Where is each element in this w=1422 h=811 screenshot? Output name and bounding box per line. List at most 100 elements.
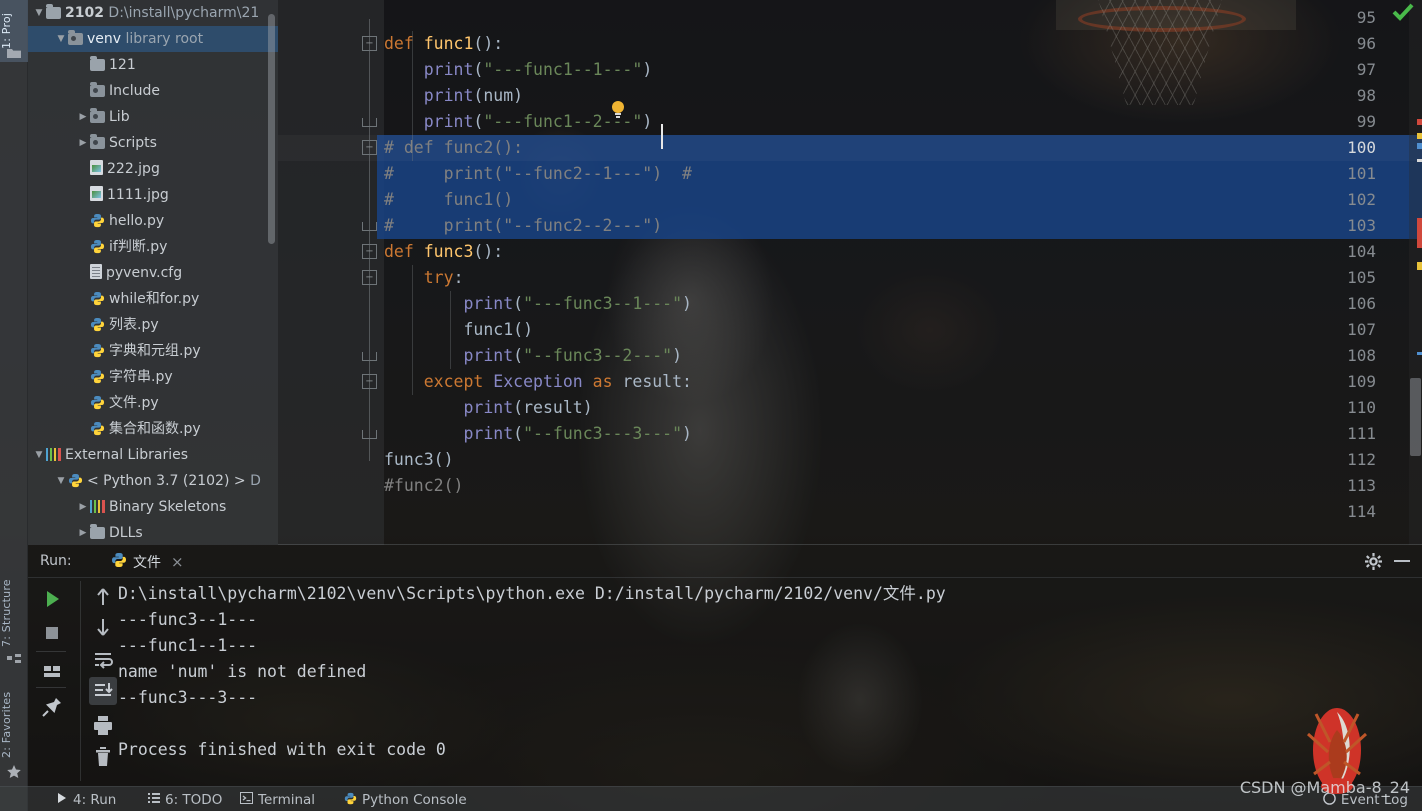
- minimize-icon[interactable]: [1394, 560, 1410, 562]
- sidebar-tab-structure[interactable]: 7: Structure: [0, 570, 28, 656]
- tree-row[interactable]: pyvenv.cfg: [28, 260, 278, 286]
- fold-collapse-icon[interactable]: −: [362, 140, 377, 155]
- code-line[interactable]: try:: [384, 265, 464, 291]
- twisty-icon[interactable]: ▼: [54, 26, 68, 52]
- tree-row[interactable]: 列表.py: [28, 312, 278, 338]
- indent-guide: [412, 31, 413, 161]
- tree-row[interactable]: ▶ DLLs: [28, 520, 278, 545]
- scroll-to-end-icon[interactable]: [89, 677, 117, 705]
- twisty-icon[interactable]: ▶: [76, 104, 90, 130]
- status-tab-todo[interactable]: 6: TODO: [148, 789, 222, 811]
- status-tab-terminal[interactable]: Terminal: [240, 789, 315, 811]
- tree-row-label: 列表.py: [109, 317, 159, 333]
- twisty-icon[interactable]: ▶: [76, 130, 90, 156]
- code-line[interactable]: print(result): [384, 395, 592, 421]
- tree-row[interactable]: ▶ Binary Skeletons: [28, 494, 278, 520]
- tree-row[interactable]: 文件.py: [28, 390, 278, 416]
- fold-collapse-icon[interactable]: −: [362, 374, 377, 389]
- code-token: (: [513, 398, 524, 417]
- green-check-icon[interactable]: [1392, 2, 1414, 26]
- tree-row-label: 文件.py: [109, 395, 159, 411]
- status-tab-run[interactable]: 4: Run: [56, 789, 116, 811]
- error-marker[interactable]: [1417, 119, 1422, 125]
- twisty-icon[interactable]: ▶: [76, 494, 90, 520]
- code-line[interactable]: def func3():: [384, 239, 503, 265]
- warning-marker[interactable]: [1417, 262, 1422, 270]
- code-line[interactable]: # func1(): [384, 187, 513, 213]
- soft-wrap-icon[interactable]: [89, 645, 117, 673]
- python-file-icon: [90, 395, 105, 410]
- editor-scrollbar-track[interactable]: [1409, 0, 1422, 545]
- arrow-down-icon[interactable]: [89, 613, 117, 641]
- toolbar-divider: [36, 651, 66, 652]
- info-marker[interactable]: [1417, 143, 1422, 149]
- fold-end-icon[interactable]: [362, 222, 377, 231]
- twisty-icon[interactable]: ▶: [76, 520, 90, 545]
- printer-icon[interactable]: [89, 711, 117, 739]
- tree-row[interactable]: Include: [28, 78, 278, 104]
- tree-row[interactable]: 222.jpg: [28, 156, 278, 182]
- run-tab-file[interactable]: 文件 ×: [103, 549, 192, 575]
- run-console-output[interactable]: D:\install\pycharm\2102\venv\Scripts\pyt…: [118, 581, 1418, 781]
- tree-row[interactable]: if判断.py: [28, 234, 278, 260]
- code-editor[interactable]: 95 96− def func1(): 97 print("---func1--1--…: [278, 0, 1422, 545]
- close-icon[interactable]: ×: [171, 553, 184, 571]
- tree-row[interactable]: 1111.jpg: [28, 182, 278, 208]
- twisty-icon[interactable]: ▼: [32, 442, 46, 468]
- arrow-up-icon[interactable]: [89, 583, 117, 611]
- fold-collapse-icon[interactable]: −: [362, 244, 377, 259]
- fold-collapse-icon[interactable]: −: [362, 36, 377, 51]
- tree-row[interactable]: ▶ Lib: [28, 104, 278, 130]
- project-scrollbar[interactable]: [268, 14, 275, 244]
- fold-collapse-icon[interactable]: −: [362, 270, 377, 285]
- error-marker[interactable]: [1417, 218, 1422, 248]
- status-tab-python-console[interactable]: Python Console: [344, 789, 467, 811]
- code-line[interactable]: #func2(): [384, 473, 463, 499]
- fold-end-icon[interactable]: [362, 118, 377, 127]
- tree-row[interactable]: ▼ External Libraries: [28, 442, 278, 468]
- code-line[interactable]: # print("--func2--2---"): [384, 213, 662, 239]
- code-line[interactable]: except Exception as result:: [384, 369, 692, 395]
- fold-end-icon[interactable]: [362, 430, 377, 439]
- code-line[interactable]: func3(): [384, 447, 454, 473]
- warning-marker[interactable]: [1417, 133, 1422, 139]
- code-line[interactable]: func1(): [384, 317, 533, 343]
- tree-row[interactable]: ▼ < Python 3.7 (2102) > D: [28, 468, 278, 494]
- code-line[interactable]: def func1():: [384, 31, 503, 57]
- line-number: 108: [1347, 346, 1376, 365]
- tree-row-label: pyvenv.cfg: [106, 265, 183, 281]
- intention-bulb-icon[interactable]: [609, 99, 627, 119]
- twisty-icon[interactable]: ▼: [32, 0, 46, 26]
- tree-row[interactable]: ▶ Scripts: [28, 130, 278, 156]
- sidebar-tab-favorites[interactable]: 2: Favorites: [0, 685, 28, 765]
- code-line[interactable]: # print("--func2--1---") #: [384, 161, 692, 187]
- tree-row[interactable]: 集合和函数.py: [28, 416, 278, 442]
- tree-row[interactable]: while和for.py: [28, 286, 278, 312]
- code-line[interactable]: # def func2():: [384, 135, 523, 161]
- twisty-icon[interactable]: ▼: [54, 468, 68, 494]
- code-token: print: [423, 112, 474, 131]
- gear-icon[interactable]: [1365, 553, 1382, 570]
- line-number: 98: [1356, 86, 1376, 105]
- line-number: 114: [1347, 502, 1376, 521]
- info-marker[interactable]: [1417, 352, 1422, 355]
- tree-row[interactable]: 121: [28, 52, 278, 78]
- code-line[interactable]: print("---func1--1---"): [384, 57, 653, 83]
- code-line[interactable]: print("--func3---3---"): [384, 421, 692, 447]
- tree-row[interactable]: ▼ 2102 D:\install\pycharm\21: [28, 0, 278, 26]
- editor-scrollbar-thumb[interactable]: [1410, 378, 1421, 456]
- stop-button[interactable]: [38, 619, 66, 647]
- rerun-button[interactable]: [38, 585, 66, 613]
- trash-icon[interactable]: [89, 743, 117, 771]
- pin-icon[interactable]: [38, 693, 66, 721]
- tree-row[interactable]: 字符串.py: [28, 364, 278, 390]
- code-line[interactable]: print("---func3--1---"): [384, 291, 692, 317]
- line-number: 95: [1356, 8, 1376, 27]
- tree-row[interactable]: ▼ venv library root: [28, 26, 278, 52]
- tree-row[interactable]: hello.py: [28, 208, 278, 234]
- layout-button[interactable]: [38, 657, 66, 685]
- code-line[interactable]: print("--func3--2---"): [384, 343, 682, 369]
- tree-row[interactable]: 字典和元组.py: [28, 338, 278, 364]
- fold-end-icon[interactable]: [362, 352, 377, 361]
- code-line[interactable]: print(num): [384, 83, 523, 109]
